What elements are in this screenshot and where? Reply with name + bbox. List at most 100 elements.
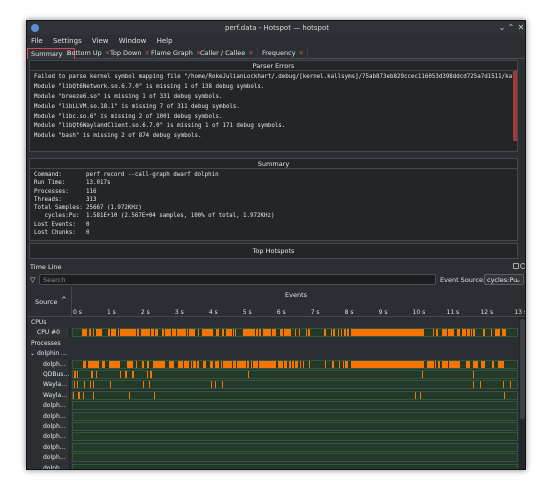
event-mark[interactable] <box>254 360 258 368</box>
timeline-scrollbar[interactable] <box>519 317 525 469</box>
timeline-row[interactable]: dolph… <box>27 442 525 453</box>
event-mark[interactable] <box>502 381 504 389</box>
event-mark[interactable] <box>325 329 327 337</box>
filter-icon[interactable]: ▽ <box>30 276 35 284</box>
timeline-row[interactable]: dolph… <box>27 359 525 370</box>
event-mark[interactable] <box>197 360 200 368</box>
event-mark[interactable] <box>92 371 93 378</box>
event-mark[interactable] <box>501 360 504 368</box>
event-track[interactable] <box>72 411 518 421</box>
timeline-row[interactable]: Wayla… <box>27 390 525 401</box>
timeline-row[interactable]: dolph… <box>27 463 525 469</box>
event-mark[interactable] <box>483 360 486 368</box>
event-mark[interactable] <box>143 381 145 389</box>
event-mark[interactable] <box>259 329 261 337</box>
close-icon[interactable]: ✕ <box>516 23 525 33</box>
event-mark[interactable] <box>419 391 422 399</box>
event-mark[interactable] <box>93 381 95 389</box>
event-mark[interactable] <box>205 360 207 368</box>
event-track[interactable] <box>72 422 518 431</box>
event-mark[interactable] <box>448 360 451 368</box>
event-mark[interactable] <box>102 360 106 368</box>
event-mark[interactable] <box>433 329 435 337</box>
event-mark[interactable] <box>83 381 85 389</box>
event-track[interactable] <box>72 432 518 442</box>
event-mark[interactable] <box>492 360 494 368</box>
event-mark[interactable] <box>309 360 311 368</box>
event-mark[interactable] <box>223 329 225 337</box>
event-mark[interactable] <box>214 381 216 389</box>
event-mark[interactable] <box>294 329 297 337</box>
event-mark[interactable] <box>422 371 424 378</box>
event-mark[interactable] <box>128 391 131 399</box>
event-mark[interactable] <box>248 371 250 378</box>
event-mark[interactable] <box>89 381 92 389</box>
menu-help[interactable]: Help <box>153 35 177 45</box>
event-mark[interactable] <box>325 360 327 368</box>
timeline-row[interactable]: CPU #0 <box>27 328 525 339</box>
event-mark[interactable] <box>288 329 291 337</box>
event-mark[interactable] <box>96 371 98 378</box>
timeline-row[interactable]: QDBus… <box>27 370 525 380</box>
event-mark[interactable] <box>163 360 165 368</box>
event-mark[interactable] <box>150 371 152 378</box>
event-mark[interactable] <box>350 360 424 368</box>
event-mark[interactable] <box>288 360 292 368</box>
event-mark[interactable] <box>299 360 301 368</box>
event-mark[interactable] <box>83 329 85 337</box>
event-mark[interactable] <box>458 329 460 337</box>
timeline-row[interactable]: Wayla… <box>27 380 525 391</box>
event-mark[interactable] <box>343 329 347 337</box>
event-mark[interactable] <box>286 360 288 368</box>
event-mark[interactable] <box>113 329 117 337</box>
event-mark[interactable] <box>137 329 139 337</box>
event-mark[interactable] <box>85 329 87 337</box>
event-mark[interactable] <box>193 360 196 368</box>
timeline-search-input[interactable]: Search <box>39 274 436 285</box>
event-mark[interactable] <box>509 381 511 389</box>
title-bar[interactable]: perf.data - Hotspot — hotspot ⌄ ⌃ ✕ <box>27 21 525 35</box>
event-mark[interactable] <box>126 371 128 378</box>
event-mark[interactable] <box>154 391 155 399</box>
event-mark[interactable] <box>482 329 485 337</box>
event-mark[interactable] <box>82 391 84 399</box>
event-source-select[interactable]: cycles:Pu ⌄ <box>484 274 524 285</box>
event-mark[interactable] <box>133 329 137 337</box>
event-track[interactable] <box>72 463 518 469</box>
event-mark[interactable] <box>146 371 149 378</box>
event-mark[interactable] <box>469 360 471 368</box>
event-mark[interactable] <box>463 329 467 337</box>
close-dock-icon[interactable] <box>520 263 525 269</box>
event-mark[interactable] <box>344 360 348 368</box>
event-mark[interactable] <box>436 329 439 337</box>
event-mark[interactable] <box>169 329 171 337</box>
event-mark[interactable] <box>275 329 277 337</box>
timeline-row[interactable]: CPUs <box>27 318 525 328</box>
timeline-row[interactable]: ⌄ dolphin … <box>27 349 525 359</box>
event-mark[interactable] <box>341 329 343 337</box>
event-mark[interactable] <box>217 360 220 368</box>
event-mark[interactable] <box>92 329 95 337</box>
event-mark[interactable] <box>458 360 460 368</box>
event-mark[interactable] <box>308 329 310 337</box>
event-mark[interactable] <box>180 360 183 368</box>
tab-caller-callee[interactable]: Caller / Callee ✕ <box>197 48 258 59</box>
event-mark[interactable] <box>79 391 80 399</box>
event-mark[interactable] <box>445 360 449 368</box>
event-track[interactable] <box>72 453 518 463</box>
event-mark[interactable] <box>246 360 250 368</box>
event-mark[interactable] <box>84 360 86 368</box>
event-mark[interactable] <box>217 329 220 337</box>
event-mark[interactable] <box>474 329 475 337</box>
event-mark[interactable] <box>297 360 299 368</box>
event-mark[interactable] <box>192 329 196 337</box>
event-mark[interactable] <box>503 391 505 399</box>
event-track[interactable] <box>72 370 518 379</box>
tab-top-down[interactable]: Top Down ✕ <box>107 48 154 59</box>
timeline-row[interactable]: dolph… <box>27 422 525 432</box>
event-mark[interactable] <box>447 329 451 337</box>
event-mark[interactable] <box>74 381 75 389</box>
event-mark[interactable] <box>303 360 305 368</box>
timeline-row[interactable]: dolph… <box>27 401 525 412</box>
event-mark[interactable] <box>331 360 334 368</box>
